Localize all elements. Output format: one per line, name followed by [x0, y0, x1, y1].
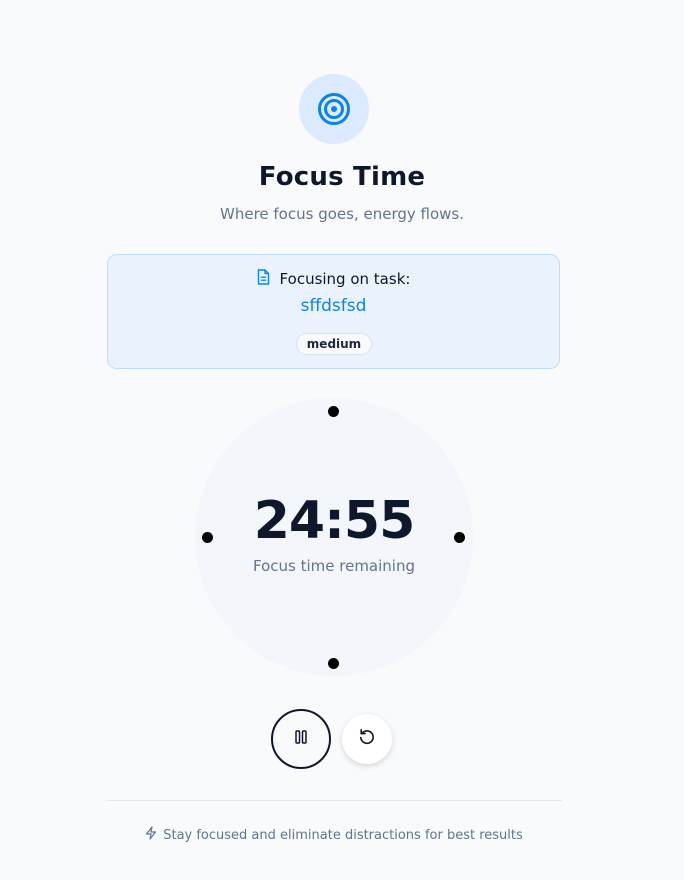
timer-display: 24:55 — [253, 491, 416, 551]
reset-button[interactable] — [342, 714, 392, 764]
task-heading: Focusing on task: — [279, 270, 411, 288]
reset-icon — [358, 728, 376, 750]
focus-tip: Stay focused and eliminate distractions … — [0, 826, 668, 844]
ring-dot-bottom — [328, 658, 339, 669]
pause-button[interactable] — [271, 709, 331, 769]
document-icon — [257, 269, 270, 289]
task-name: sffdsfsd — [300, 296, 367, 316]
ring-dot-top — [328, 406, 339, 417]
focus-page: Focus Time Where focus goes, energy flow… — [0, 0, 684, 880]
lightning-icon — [145, 826, 157, 844]
task-card: Focusing on task: sffdsfsd medium — [107, 254, 560, 369]
page-subtitle: Where focus goes, energy flows. — [220, 205, 464, 223]
tip-text: Stay focused and eliminate distractions … — [163, 827, 523, 843]
timer-caption: Focus time remaining — [252, 557, 415, 575]
pause-icon — [294, 729, 308, 749]
task-header: Focusing on task: — [108, 269, 559, 289]
priority-badge: medium — [296, 333, 372, 355]
page-title: Focus Time — [258, 162, 426, 192]
footer-divider — [107, 800, 562, 801]
target-icon — [299, 74, 369, 144]
